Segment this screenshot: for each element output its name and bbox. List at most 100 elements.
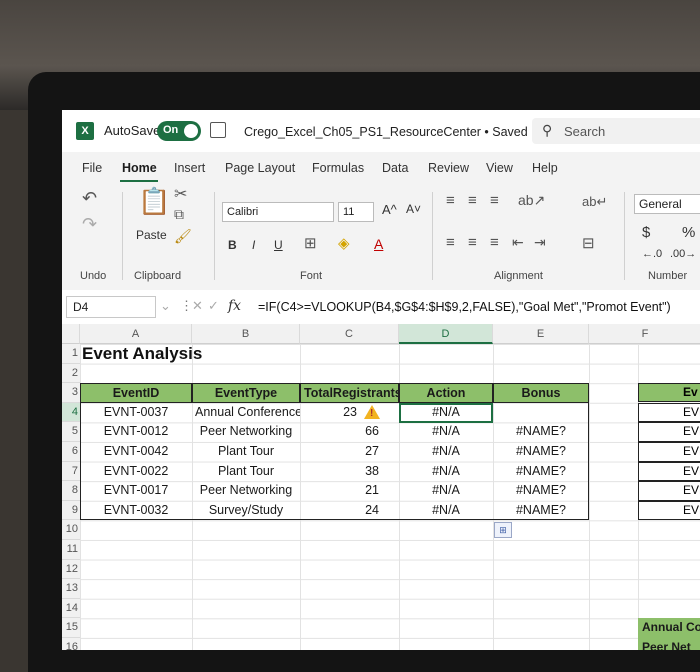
paste-label[interactable]: Paste (136, 228, 167, 242)
goal-table-cell[interactable]: Annual Co (638, 618, 700, 639)
redo-icon[interactable]: ↷ (82, 214, 97, 235)
decimal-increase-icon[interactable]: ←.0 (642, 248, 662, 260)
column-header-b[interactable]: B (192, 324, 300, 344)
name-box[interactable]: D4 (66, 296, 156, 318)
copy-icon[interactable]: ⧉ (174, 206, 184, 223)
column-header-a[interactable]: A (80, 324, 192, 344)
column-header-f[interactable]: F (589, 324, 700, 344)
cell-eventtype[interactable]: Plant Tour (192, 462, 300, 482)
tab-help[interactable]: Help (532, 161, 558, 175)
cell-eventid[interactable]: EVNT-0012 (80, 422, 192, 442)
cut-icon[interactable]: ✂ (174, 184, 187, 204)
tab-insert[interactable]: Insert (174, 161, 205, 175)
tab-page-layout[interactable]: Page Layout (225, 161, 295, 175)
cell-eventid[interactable]: EVNT-0032 (80, 501, 192, 521)
header-eventid[interactable]: EventID (80, 383, 192, 403)
number-format-dropdown[interactable]: General (634, 194, 700, 214)
row-header[interactable]: 7 (62, 461, 80, 482)
cell-action[interactable]: #N/A (399, 462, 493, 482)
row-header[interactable]: 3 (62, 383, 80, 403)
row-header[interactable]: 9 (62, 500, 80, 521)
cell-bonus[interactable]: #NAME? (493, 481, 589, 501)
lookup-cell[interactable]: EVN (638, 461, 700, 482)
cell-eventid[interactable]: EVNT-0017 (80, 481, 192, 501)
italic-button[interactable]: I (252, 238, 255, 252)
header-eventtype[interactable]: EventType (192, 383, 300, 403)
cell-eventid[interactable]: EVNT-0042 (80, 442, 192, 462)
formula-input[interactable]: =IF(C4>=VLOOKUP(B4,$G$4:$H$9,2,FALSE),"G… (258, 300, 671, 314)
cell-eventid[interactable]: EVNT-0022 (80, 462, 192, 482)
lookup-cell[interactable]: EVN (638, 402, 700, 423)
cell-bonus[interactable]: #NAME? (493, 501, 589, 521)
row-header[interactable]: 12 (62, 559, 80, 580)
cell-bonus[interactable] (493, 403, 589, 423)
cell-action[interactable]: #N/A (399, 501, 493, 521)
row-header[interactable]: 16 (62, 638, 80, 650)
autosave-toggle[interactable]: On (157, 121, 201, 141)
row-header[interactable]: 14 (62, 598, 80, 619)
bottom-align-icon[interactable]: ≡ (490, 192, 499, 209)
cell-registrants[interactable]: 23 (300, 403, 360, 423)
column-header-d[interactable]: D (399, 324, 493, 344)
currency-button[interactable]: $ (642, 224, 650, 241)
goal-table-cell[interactable]: Peer Net (638, 638, 700, 650)
insert-function-icon[interactable]: fx (228, 298, 241, 314)
decrease-indent-icon[interactable]: ⇤ (512, 234, 524, 251)
cell-eventtype[interactable]: Survey/Study (192, 501, 300, 521)
decrease-font-button[interactable]: A˅ (406, 202, 421, 216)
merge-center-icon[interactable]: ⊟ (582, 234, 595, 252)
save-icon[interactable] (210, 122, 226, 138)
align-center-icon[interactable]: ≡ (468, 234, 477, 251)
wrap-text-icon[interactable]: ab↵ (582, 194, 607, 210)
font-color-button[interactable]: A (374, 236, 383, 252)
percent-button[interactable]: % (682, 224, 695, 241)
tab-formulas[interactable]: Formulas (312, 161, 364, 175)
row-header[interactable]: 1 (62, 344, 80, 364)
search-box[interactable]: ⚲ Search (532, 118, 700, 144)
font-name-dropdown[interactable]: Calibri (222, 202, 334, 222)
paste-icon[interactable]: 📋 (138, 186, 170, 217)
row-header-selected[interactable]: 4 (62, 402, 80, 423)
format-painter-icon[interactable]: 🖌 (174, 228, 192, 245)
cell-bonus[interactable]: #NAME? (493, 422, 589, 442)
header-action[interactable]: Action (399, 383, 493, 403)
namebox-dropdown-icon[interactable]: ⌄ (160, 298, 171, 314)
row-header[interactable]: 13 (62, 579, 80, 599)
row-header[interactable]: 2 (62, 363, 80, 384)
column-header-e[interactable]: E (493, 324, 589, 344)
cell-action[interactable]: #N/A (399, 442, 493, 462)
lookup-header[interactable]: Ev (638, 383, 700, 403)
align-right-icon[interactable]: ≡ (490, 234, 499, 251)
tab-view[interactable]: View (486, 161, 513, 175)
middle-align-icon[interactable]: ≡ (468, 192, 477, 209)
top-align-icon[interactable]: ≡ (446, 192, 455, 209)
lookup-cell[interactable]: EVN (638, 441, 700, 462)
tab-home[interactable]: Home (122, 161, 157, 175)
cell-registrants[interactable]: 38 (300, 462, 382, 482)
row-header[interactable]: 10 (62, 520, 80, 540)
cancel-icon[interactable]: ✕ (192, 298, 203, 314)
orientation-icon[interactable]: ab↗ (518, 192, 545, 209)
cell-eventtype[interactable]: Annual Conference (192, 403, 300, 423)
cell-eventtype[interactable]: Plant Tour (192, 442, 300, 462)
header-totalregistrants[interactable]: TotalRegistrants (300, 383, 399, 403)
sheet-title[interactable]: Event Analysis (82, 344, 202, 364)
row-header[interactable]: 8 (62, 481, 80, 501)
cell-bonus[interactable]: #NAME? (493, 442, 589, 462)
cell-registrants[interactable]: 21 (300, 481, 382, 501)
cell-action[interactable]: #N/A (399, 422, 493, 442)
cell-bonus[interactable]: #NAME? (493, 462, 589, 482)
underline-button[interactable]: U (274, 238, 283, 252)
tab-file[interactable]: File (82, 161, 102, 175)
cell-registrants[interactable]: 27 (300, 442, 382, 462)
lookup-cell[interactable]: EVN (638, 481, 700, 501)
align-left-icon[interactable]: ≡ (446, 234, 455, 251)
decimal-decrease-icon[interactable]: .00→ (670, 248, 696, 260)
enter-icon[interactable]: ✓ (208, 298, 219, 314)
tab-review[interactable]: Review (428, 161, 469, 175)
bold-button[interactable]: B (228, 238, 237, 252)
quick-analysis-icon[interactable]: ⊞ (494, 522, 512, 538)
document-title[interactable]: Crego_Excel_Ch05_PS1_ResourceCenter • Sa… (244, 124, 542, 139)
cell-eventtype[interactable]: Peer Networking (192, 481, 300, 501)
row-header[interactable]: 15 (62, 618, 80, 638)
